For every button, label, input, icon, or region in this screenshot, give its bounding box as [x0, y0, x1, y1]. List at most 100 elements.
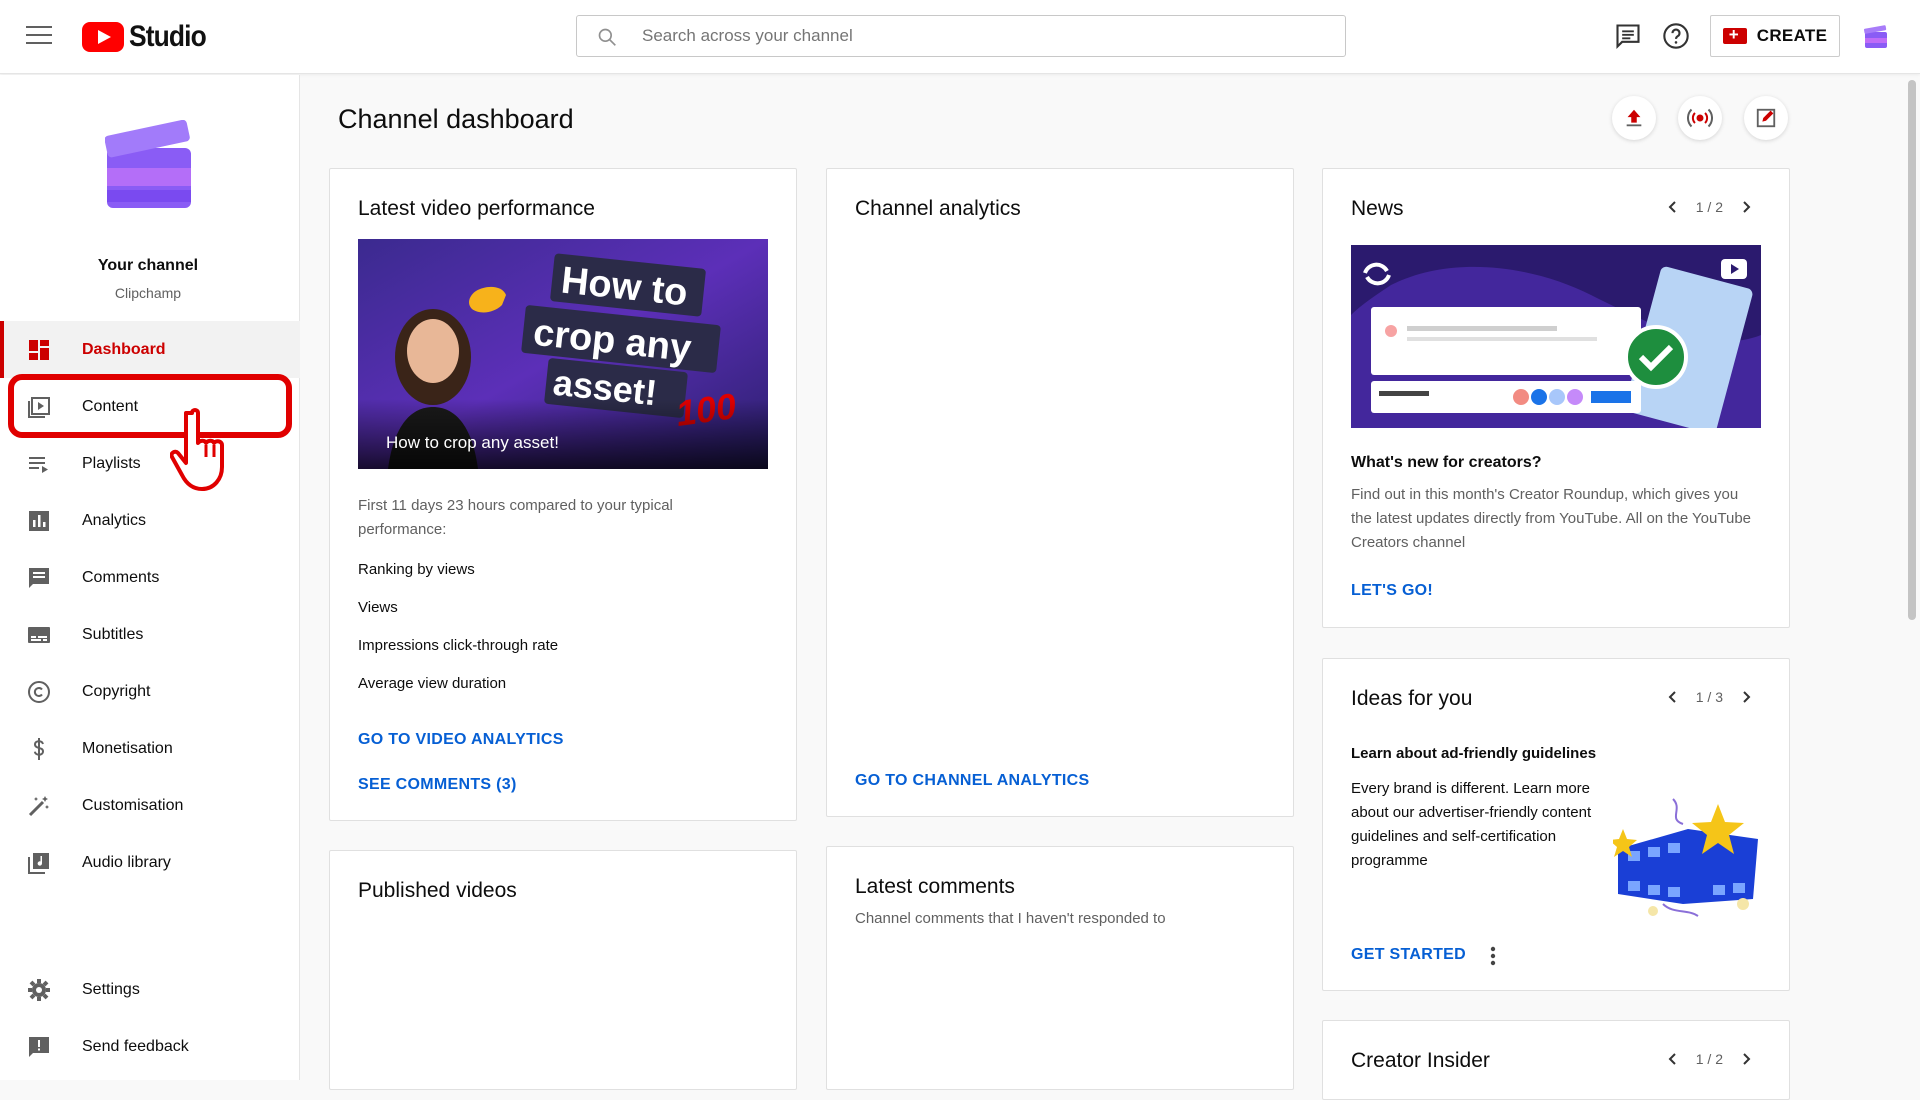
studio-logo[interactable]: Studio: [82, 20, 216, 54]
news-body: Find out in this month's Creator Roundup…: [1351, 486, 1751, 551]
chevron-right-icon[interactable]: [1739, 200, 1753, 214]
sidebar-item-monetisation[interactable]: Monetisation: [0, 720, 300, 777]
sidebar-bottom-nav: Settings Send feedback: [0, 961, 300, 1075]
playlists-icon: [29, 456, 48, 473]
feedback-message-icon[interactable]: [1614, 22, 1642, 50]
channel-handle: Clipchamp: [114, 285, 182, 301]
news-card: News 1 / 2 What's new for creators? Find…: [1322, 168, 1790, 628]
sidebar-item-comments[interactable]: Comments: [0, 549, 300, 606]
ideas-headline: Learn about ad-friendly guidelines: [1351, 745, 1597, 762]
sidebar-item-analytics[interactable]: Analytics: [0, 492, 300, 549]
content-highlight-box: [8, 374, 292, 438]
sidebar-item-label: Settings: [82, 980, 140, 998]
card-title: Published videos: [358, 879, 517, 902]
see-comments-link[interactable]: SEE COMMENTS (3): [358, 776, 517, 794]
go-to-channel-analytics-link[interactable]: GO TO CHANNEL ANALYTICS: [855, 772, 1089, 790]
news-image[interactable]: [1351, 245, 1761, 428]
channel-analytics-card: Channel analytics GO TO CHANNEL ANALYTIC…: [826, 168, 1294, 817]
sidebar: Your channel Clipchamp Dashboard Content…: [0, 75, 300, 1080]
card-title: Creator Insider: [1351, 1049, 1490, 1072]
news-pager: 1 / 2: [1666, 199, 1753, 215]
video-title: How to crop any asset!: [386, 433, 559, 452]
sidebar-item-label: Audio library: [82, 853, 171, 871]
pager-count: 1 / 2: [1695, 1051, 1723, 1067]
go-to-video-analytics-link[interactable]: GO TO VIDEO ANALYTICS: [358, 731, 564, 749]
search-icon[interactable]: [597, 27, 617, 47]
metric-ranking: Ranking by views: [358, 561, 475, 578]
logo-text: Studio: [129, 20, 207, 53]
latest-video-card: Latest video performance How to crop any…: [329, 168, 797, 821]
sidebar-item-label: Playlists: [82, 454, 141, 472]
sidebar-item-label: Send feedback: [82, 1037, 189, 1055]
sidebar-item-subtitles[interactable]: Subtitles: [0, 606, 300, 663]
create-label: CREATE: [1756, 26, 1828, 45]
card-title: Channel analytics: [855, 197, 1021, 220]
get-started-link[interactable]: GET STARTED: [1351, 946, 1466, 964]
subtitles-icon: [28, 626, 50, 643]
feedback-icon: [29, 1036, 49, 1057]
help-icon[interactable]: [1662, 22, 1690, 50]
account-avatar[interactable]: [1862, 22, 1890, 50]
sidebar-item-label: Dashboard: [82, 340, 166, 358]
sidebar-item-label: Analytics: [82, 511, 147, 529]
channel-name[interactable]: Your channel: [0, 257, 296, 275]
creator-insider-pager: 1 / 2: [1666, 1051, 1753, 1067]
chevron-left-icon[interactable]: [1666, 200, 1680, 214]
upload-icon: [1626, 109, 1642, 127]
published-videos-card: Published videos: [329, 850, 797, 1090]
chevron-left-icon[interactable]: [1666, 690, 1680, 704]
sidebar-item-dashboard[interactable]: Dashboard: [0, 321, 300, 378]
sidebar-item-playlists[interactable]: Playlists: [0, 435, 300, 492]
ideas-card: Ideas for you 1 / 3 Learn about ad-frien…: [1322, 658, 1790, 991]
upload-button[interactable]: [1612, 96, 1656, 140]
chevron-right-icon[interactable]: [1739, 690, 1753, 704]
sidebar-item-copyright[interactable]: Copyright: [0, 663, 300, 720]
lets-go-link[interactable]: LET'S GO!: [1351, 582, 1433, 600]
ideas-body: Every brand is different. Learn more abo…: [1351, 780, 1592, 869]
gear-icon: [28, 978, 50, 1001]
more-options-icon[interactable]: [1489, 945, 1497, 967]
sidebar-item-customisation[interactable]: Customisation: [0, 777, 300, 834]
video-thumbnail[interactable]: How to crop any asset! 100 How to crop a…: [358, 239, 768, 469]
edit-post-icon: [1756, 108, 1776, 128]
go-live-button[interactable]: [1678, 96, 1722, 140]
channel-avatar[interactable]: [105, 120, 195, 210]
search-box: [576, 15, 1346, 57]
latest-comments-subtitle: Channel comments that I haven't responde…: [855, 910, 1166, 927]
create-post-button[interactable]: [1744, 96, 1788, 140]
latest-comments-card: Latest comments Channel comments that I …: [826, 846, 1294, 1090]
pointing-hand-icon: [170, 408, 224, 491]
sidebar-item-audio-library[interactable]: Audio library: [0, 834, 300, 891]
sidebar-item-send-feedback[interactable]: Send feedback: [0, 1018, 300, 1075]
metric-views: Views: [358, 599, 398, 616]
create-button[interactable]: CREATE: [1710, 15, 1840, 57]
metric-ctr: Impressions click-through rate: [358, 637, 559, 654]
youtube-play-icon: [82, 22, 124, 52]
menu-icon[interactable]: [26, 26, 52, 46]
pager-count: 1 / 3: [1695, 689, 1723, 705]
chevron-left-icon[interactable]: [1666, 1052, 1680, 1066]
card-title: Latest video performance: [358, 197, 595, 220]
magic-wand-icon: [28, 795, 49, 816]
scrollbar-thumb[interactable]: [1908, 80, 1916, 620]
metric-avg-duration: Average view duration: [358, 675, 507, 692]
sidebar-item-label: Comments: [82, 568, 160, 586]
card-title: Ideas for you: [1351, 687, 1473, 710]
sidebar-item-label: Copyright: [82, 682, 151, 700]
top-bar: Studio CREATE: [0, 0, 1920, 74]
ideas-pager: 1 / 3: [1666, 689, 1753, 705]
audio-library-icon: [28, 852, 49, 874]
search-input[interactable]: [642, 16, 1322, 56]
creator-insider-card: Creator Insider 1 / 2: [1322, 1020, 1790, 1100]
ideas-illustration: [1613, 798, 1758, 917]
analytics-icon: [29, 510, 49, 531]
sidebar-item-label: Monetisation: [82, 739, 173, 757]
sidebar-item-label: Customisation: [82, 796, 184, 814]
sidebar-item-settings[interactable]: Settings: [0, 961, 300, 1018]
card-title: Latest comments: [855, 875, 1015, 898]
card-title: News: [1351, 197, 1404, 220]
chevron-right-icon[interactable]: [1739, 1052, 1753, 1066]
compare-text: First 11 days 23 hours compared to your …: [358, 497, 673, 538]
copyright-icon: [28, 680, 50, 703]
live-broadcast-icon: [1687, 108, 1713, 128]
